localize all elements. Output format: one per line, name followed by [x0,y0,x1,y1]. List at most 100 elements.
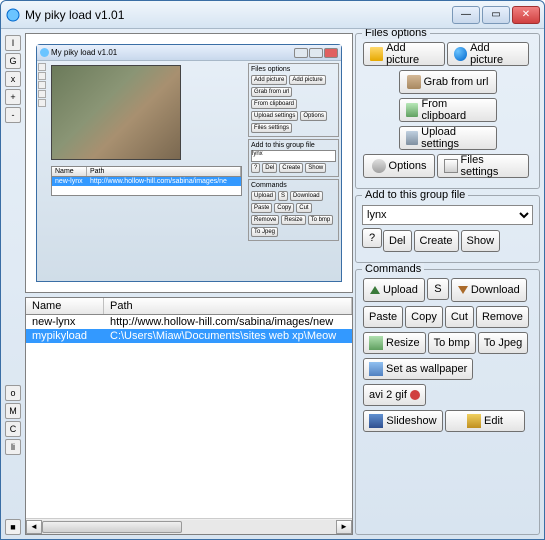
create-button[interactable]: Create [414,230,459,252]
cell-path: http://www.hollow-hill.com/sabina/images… [104,315,352,329]
files-options-group: Files options Add picture Add picture Gr… [355,33,540,189]
files-settings-button[interactable]: Files settings [437,154,529,178]
gutter-btn-9[interactable]: li [5,439,21,455]
gutter-btn-5[interactable]: - [5,107,21,123]
upload-icon [370,286,380,294]
preview-s: S [278,191,288,201]
app-icon [5,7,21,23]
scroll-right-icon[interactable]: ► [336,520,352,534]
paste-button[interactable]: Paste [363,306,403,328]
preview-td-path: http://www.hollow-hill.com/sabina/images… [87,177,241,186]
preview-addgroup-legend: Add to this group file [251,142,336,149]
tojpeg-button[interactable]: To Jpeg [478,332,529,354]
cell-name: new-lynx [26,315,104,329]
preview-cut: Cut [296,203,311,213]
table-row[interactable]: mypikyload C:\Users\Miaw\Documents\sites… [26,329,352,343]
preview-tojpeg: To Jpeg [251,227,278,237]
copy-button[interactable]: Copy [405,306,443,328]
maximize-button[interactable]: ▭ [482,6,510,24]
clipboard-icon [406,103,419,117]
preview-add1: Add picture [251,75,287,85]
table-row[interactable]: new-lynx http://www.hollow-hill.com/sabi… [26,315,352,329]
preview-show: Show [305,163,326,173]
preview-create: Create [279,163,303,173]
record-icon [410,390,420,400]
wallpaper-icon [369,362,383,376]
preview-min-icon [294,48,308,58]
add-picture-web-button[interactable]: Add picture [447,42,529,66]
download-button[interactable]: Download [451,278,527,302]
preview-tobmp: To bmp [308,215,334,225]
add-picture-button[interactable]: Add picture [363,42,445,66]
preview-del: Del [262,163,277,173]
preview-table: Name Path new-lynx http://www.hollow-hil… [51,166,242,196]
tobmp-button[interactable]: To bmp [428,332,476,354]
avi2gif-button[interactable]: avi 2 gif [363,384,426,406]
upload-button[interactable]: Upload [363,278,425,302]
gear-icon [372,159,386,173]
titlebar[interactable]: My piky load v1.01 — ▭ ✕ [1,1,544,29]
gutter-btn-2[interactable]: G [5,53,21,69]
preview-clip: From clipboard [251,99,297,109]
window-title: My piky load v1.01 [25,8,452,22]
cut-button[interactable]: Cut [445,306,474,328]
help-button[interactable]: ? [362,228,382,248]
doc-icon [444,159,458,173]
preview-max-icon [309,48,323,58]
gutter-btn-8[interactable]: C [5,421,21,437]
preview-resize: Resize [281,215,305,225]
slideshow-icon [369,414,383,428]
gutter-btn-10[interactable]: ■ [5,519,21,535]
s-button[interactable]: S [427,278,449,300]
scroll-thumb[interactable] [42,521,182,533]
preview-upload: Upload [251,191,276,201]
gutter-btn-6[interactable]: o [5,385,21,401]
edit-button[interactable]: Edit [445,410,525,432]
download-icon [458,286,468,294]
group-select[interactable]: lynx [362,205,533,225]
commands-fieldset: Commands Upload S Download Paste Copy C [355,269,540,535]
remove-button[interactable]: Remove [476,306,529,328]
preview-copy: Copy [274,203,294,213]
gutter-btn-4[interactable]: + [5,89,21,105]
preview-window: My piky load v1.01 [36,44,342,282]
files-legend: Files options [362,29,430,39]
preview-group-select: lynx [251,150,336,162]
grab-url-button[interactable]: Grab from url [399,70,497,94]
preview-pane: My piky load v1.01 [25,33,353,293]
upload-settings-icon [406,131,419,145]
gutter-btn-7[interactable]: M [5,403,21,419]
preview-gutter [37,61,47,281]
wallpaper-button[interactable]: Set as wallpaper [363,358,473,380]
upload-settings-button[interactable]: Upload settings [399,126,497,150]
col-name[interactable]: Name [26,298,104,314]
scroll-left-icon[interactable]: ◄ [26,520,42,534]
options-button[interactable]: Options [363,154,435,178]
del-button[interactable]: Del [383,230,412,252]
resize-icon [369,336,383,350]
from-clipboard-button[interactable]: From clipboard [399,98,497,122]
grab-icon [407,75,421,89]
minimize-button[interactable]: — [452,6,480,24]
app-window: My piky load v1.01 — ▭ ✕ I G x + - o M C… [0,0,545,540]
preview-th-path: Path [87,167,241,176]
h-scrollbar[interactable]: ◄ ► [26,518,352,534]
show-button[interactable]: Show [461,230,501,252]
file-table: Name Path new-lynx http://www.hollow-hil… [25,297,353,535]
close-button[interactable]: ✕ [512,6,540,24]
gutter-btn-1[interactable]: I [5,35,21,51]
col-path[interactable]: Path [104,298,352,314]
table-body[interactable]: new-lynx http://www.hollow-hill.com/sabi… [26,315,352,518]
preview-app-icon [40,48,49,57]
addgroup-legend: Add to this group file [362,189,468,201]
preview-right-panel: Files options Add picture Add picture Gr… [246,61,341,281]
resize-button[interactable]: Resize [363,332,426,354]
slideshow-button[interactable]: Slideshow [363,410,443,432]
preview-th-name: Name [52,167,87,176]
preview-image [51,65,181,160]
preview-commands-legend: Commands [251,182,336,189]
gutter-btn-3[interactable]: x [5,71,21,87]
preview-download: Download [290,191,323,201]
folder-icon [370,47,383,61]
cell-path: C:\Users\Miaw\Documents\sites web xp\Meo… [104,329,352,343]
